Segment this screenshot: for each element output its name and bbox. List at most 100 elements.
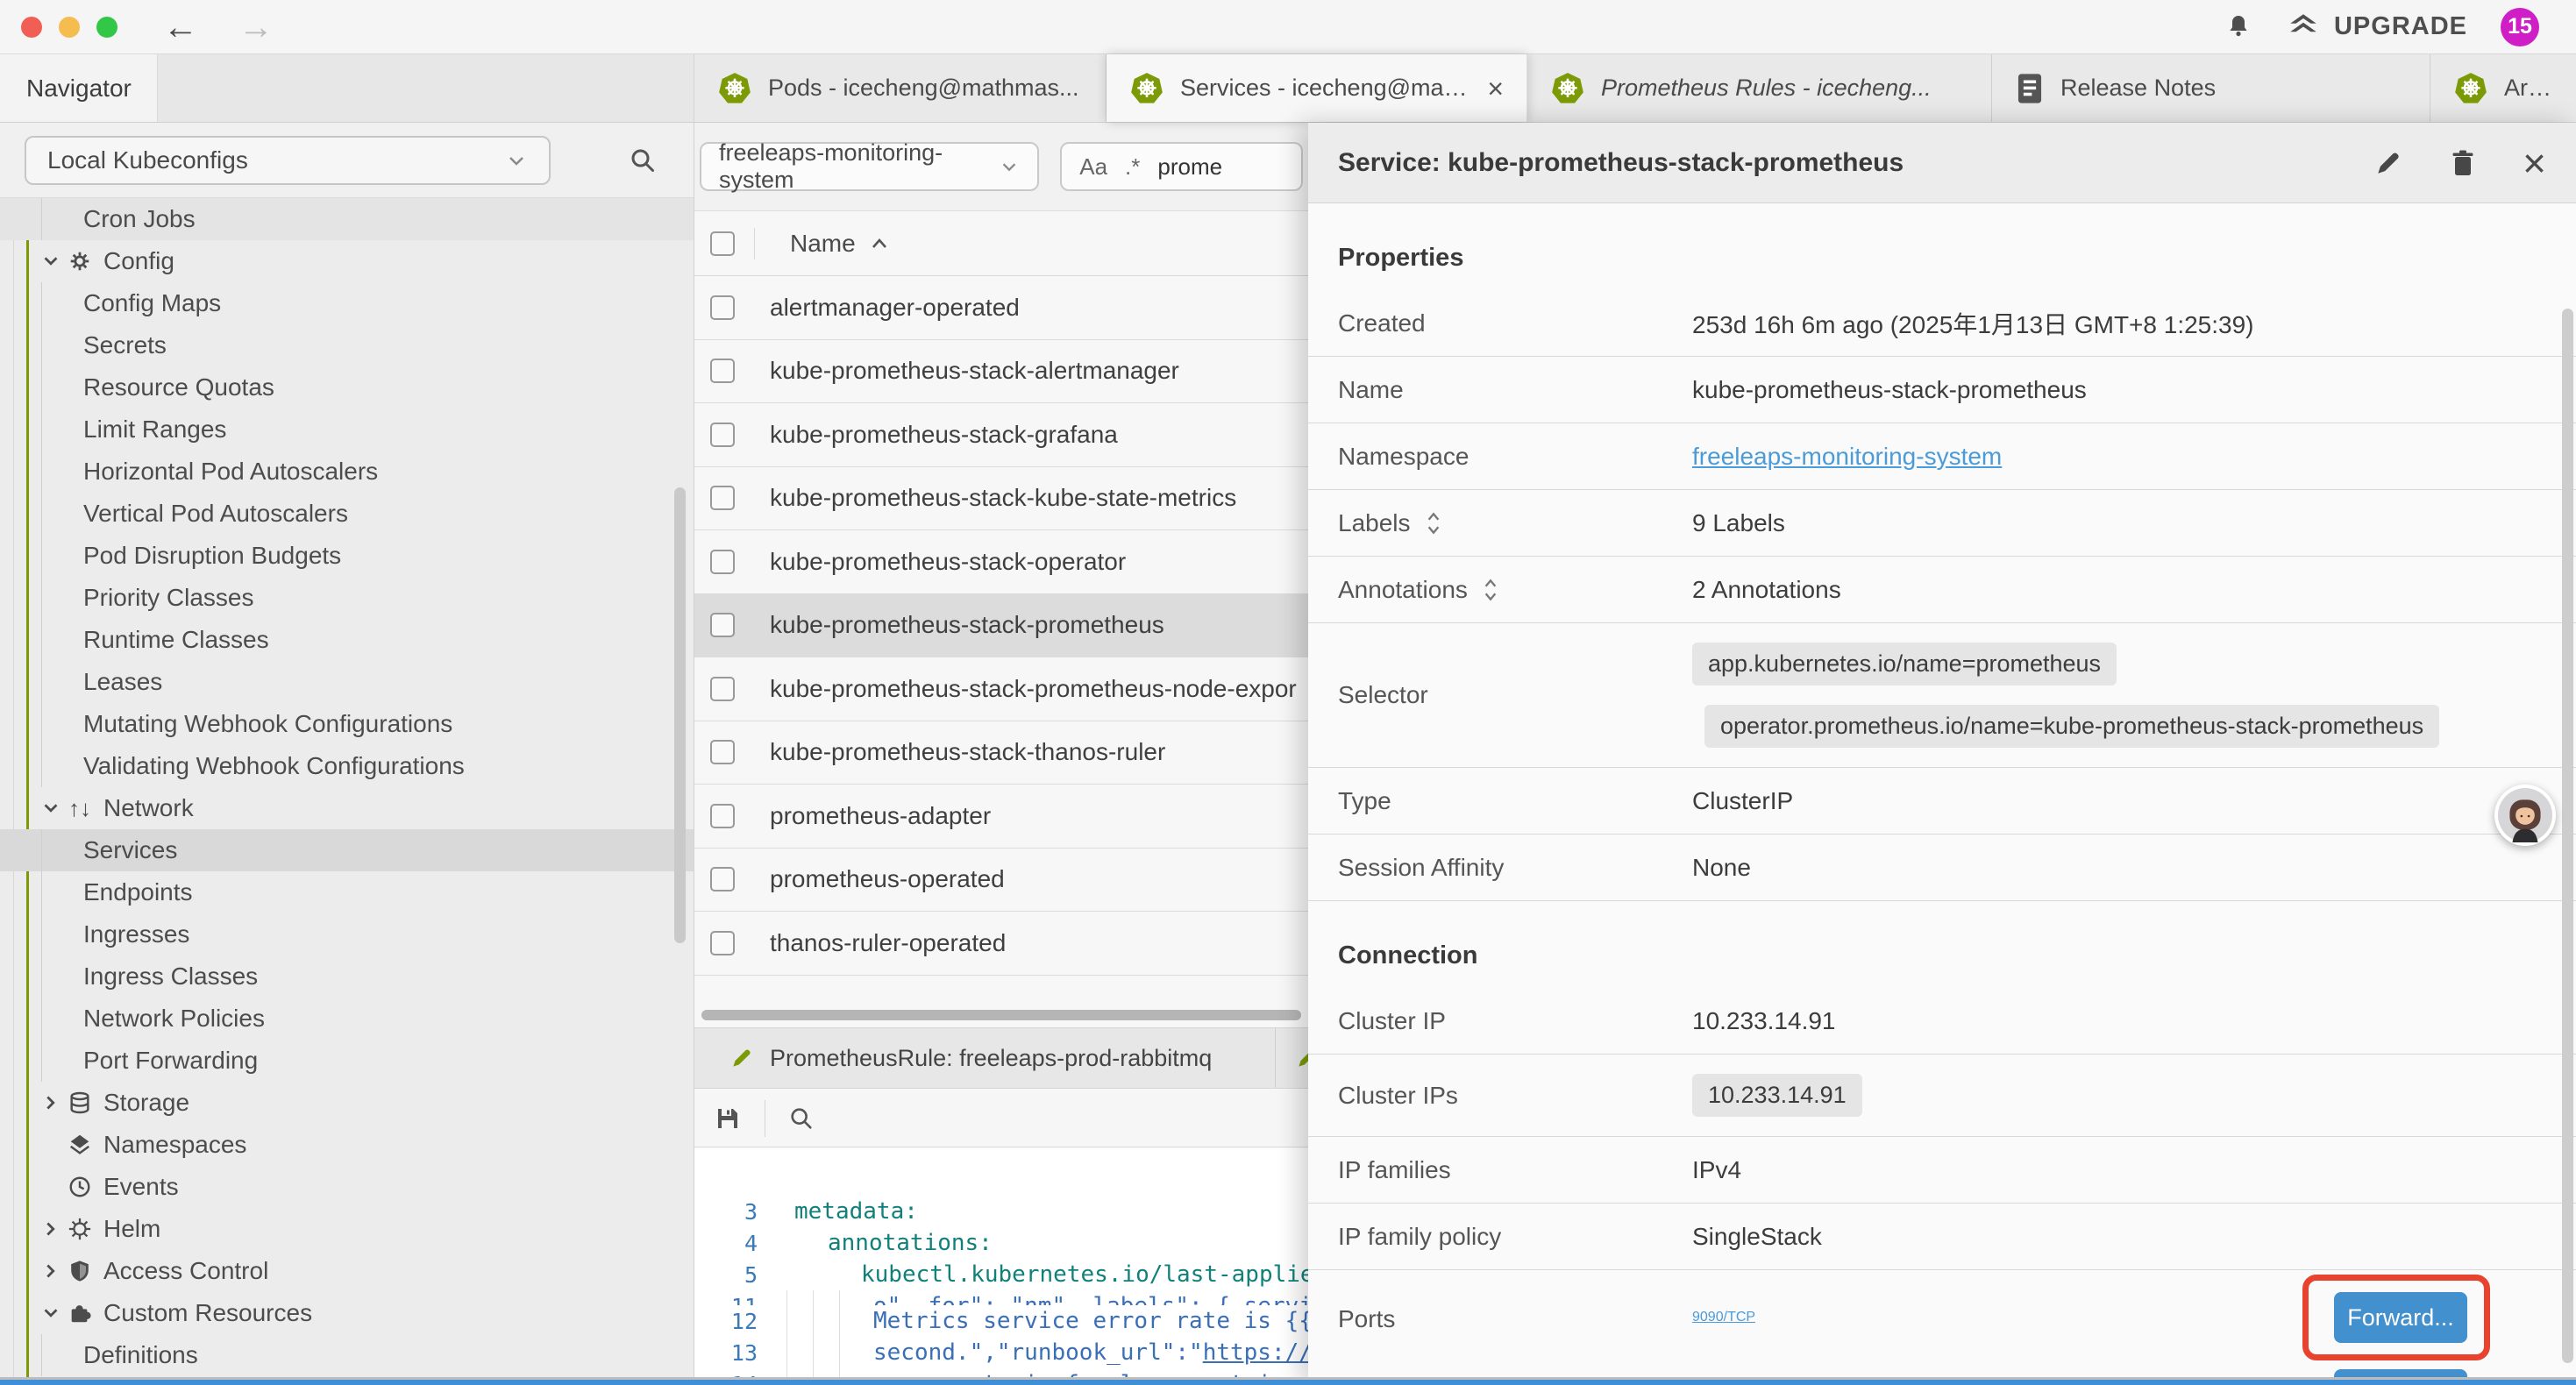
sidebar-item-validating-webhook-configurations[interactable]: Validating Webhook Configurations: [0, 745, 694, 787]
chevron-right-icon[interactable]: [40, 1261, 61, 1282]
sidebar-item-runtime-classes[interactable]: Runtime Classes: [0, 619, 694, 661]
kubeconfig-select[interactable]: Local Kubeconfigs: [25, 136, 551, 185]
table-row[interactable]: prometheus-adapter: [694, 785, 1308, 849]
row-checkbox[interactable]: [710, 295, 735, 320]
sidebar-item-network-policies[interactable]: Network Policies: [0, 998, 694, 1040]
sidebar-item-limit-ranges[interactable]: Limit Ranges: [0, 408, 694, 451]
row-checkbox[interactable]: [710, 867, 735, 891]
tab-release-notes[interactable]: Release Notes: [1992, 54, 2430, 122]
table-row[interactable]: kube-prometheus-stack-thanos-ruler: [694, 721, 1308, 785]
sidebar-item-ingresses[interactable]: Ingresses: [0, 913, 694, 955]
sidebar-item-helm[interactable]: Helm: [0, 1208, 694, 1250]
table-row[interactable]: thanos-ruler-operated: [694, 912, 1308, 976]
row-checkbox[interactable]: [710, 804, 735, 828]
tab-navigator[interactable]: Navigator: [0, 54, 158, 122]
table-row[interactable]: prometheus-operated: [694, 849, 1308, 913]
forward-button[interactable]: →: [238, 10, 274, 45]
horizontal-scrollbar[interactable]: [701, 1010, 1301, 1020]
sidebar-item-ingress-classes[interactable]: Ingress Classes: [0, 955, 694, 998]
zoom-window-button[interactable]: [96, 17, 117, 38]
sidebar-search-icon[interactable]: [629, 146, 657, 174]
row-checkbox[interactable]: [710, 740, 735, 764]
namespace-link[interactable]: freeleaps-monitoring-system: [1692, 443, 2002, 470]
save-icon[interactable]: [714, 1104, 742, 1133]
column-header-name[interactable]: Name: [790, 230, 889, 258]
table-row[interactable]: kube-prometheus-stack-alertmanager: [694, 340, 1308, 404]
value-chip: 10.233.14.91: [1692, 1074, 1862, 1117]
close-window-button[interactable]: [21, 17, 42, 38]
sidebar-item-storage[interactable]: Storage: [0, 1082, 694, 1124]
editor-tab-partial[interactable]: [1276, 1028, 1308, 1088]
row-checkbox[interactable]: [710, 677, 735, 701]
table-row[interactable]: kube-prometheus-stack-kube-state-metrics: [694, 467, 1308, 531]
table-row[interactable]: kube-prometheus-stack-grafana: [694, 403, 1308, 467]
chevron-down-icon[interactable]: [40, 1303, 61, 1324]
close-icon[interactable]: ×: [2523, 143, 2546, 183]
tab-prometheus-rules-icecheng[interactable]: Prometheus Rules - icecheng...: [1527, 54, 1992, 122]
sidebar-item-endpoints[interactable]: Endpoints: [0, 871, 694, 913]
sidebar-scrollbar[interactable]: [674, 487, 686, 943]
regex-toggle[interactable]: .*: [1125, 153, 1140, 181]
minimize-window-button[interactable]: [59, 17, 80, 38]
upgrade-button[interactable]: UPGRADE: [2287, 11, 2467, 44]
table-search-input[interactable]: Aa .* prome: [1060, 142, 1303, 191]
sidebar-item-services[interactable]: Services: [0, 829, 694, 871]
sidebar-item-namespaces[interactable]: Namespaces: [0, 1124, 694, 1166]
sidebar-item-config[interactable]: Config: [0, 240, 694, 282]
table-row[interactable]: alertmanager-operated: [694, 276, 1308, 340]
chevron-down-icon[interactable]: [40, 251, 61, 272]
chevron-right-icon[interactable]: [40, 1218, 61, 1239]
detail-row-type: TypeClusterIP: [1308, 768, 2576, 835]
sidebar-item-pod-disruption-budgets[interactable]: Pod Disruption Budgets: [0, 535, 694, 577]
notification-count-badge[interactable]: 15: [2501, 8, 2539, 46]
editor-tab-prometheusrule[interactable]: PrometheusRule: freeleaps-prod-rabbitmq: [694, 1028, 1276, 1088]
row-checkbox[interactable]: [710, 486, 735, 510]
sort-toggle-icon[interactable]: [1425, 510, 1442, 536]
notifications-bell-icon[interactable]: [2224, 12, 2253, 42]
avatar[interactable]: [2494, 785, 2556, 846]
yaml-editor[interactable]: 3metadata:4annotations:5kubectl.kubernet…: [694, 1148, 1308, 1385]
tab-pods-icecheng-mathmas[interactable]: Pods - icecheng@mathmas...: [694, 54, 1107, 122]
tab-close-icon[interactable]: ×: [1487, 75, 1504, 103]
sidebar-item-secrets[interactable]: Secrets: [0, 324, 694, 366]
back-button[interactable]: ←: [163, 10, 198, 45]
row-checkbox[interactable]: [710, 550, 735, 574]
delete-icon[interactable]: [2449, 148, 2477, 178]
table-row[interactable]: kube-prometheus-stack-prometheus-node-ex…: [694, 657, 1308, 721]
row-checkbox[interactable]: [710, 613, 735, 637]
sidebar-item-horizontal-pod-autoscalers[interactable]: Horizontal Pod Autoscalers: [0, 451, 694, 493]
sidebar-item-vertical-pod-autoscalers[interactable]: Vertical Pod Autoscalers: [0, 493, 694, 535]
select-all-checkbox[interactable]: [710, 231, 735, 256]
sidebar-item-label: Ingress Classes: [0, 962, 258, 991]
sidebar-item-mutating-webhook-configurations[interactable]: Mutating Webhook Configurations: [0, 703, 694, 745]
sidebar-item-custom-resources[interactable]: Custom Resources: [0, 1292, 694, 1334]
tab-services-icecheng-math[interactable]: Services - icecheng@math...×: [1107, 54, 1527, 122]
sidebar-item-definitions[interactable]: Definitions: [0, 1334, 694, 1376]
sidebar-item-access-control[interactable]: Access Control: [0, 1250, 694, 1292]
sort-toggle-icon[interactable]: [1482, 577, 1499, 603]
sidebar-item-events[interactable]: Events: [0, 1166, 694, 1208]
tab-argo-se[interactable]: Argo Se: [2430, 54, 2576, 122]
row-checkbox[interactable]: [710, 359, 735, 383]
sidebar-item-priority-classes[interactable]: Priority Classes: [0, 577, 694, 619]
sidebar-item-resource-quotas[interactable]: Resource Quotas: [0, 366, 694, 408]
namespace-select[interactable]: freeleaps-monitoring-system: [700, 142, 1039, 191]
detail-scrollbar[interactable]: [2562, 309, 2573, 1363]
chevron-right-icon[interactable]: [40, 1092, 61, 1113]
sidebar-item-config-maps[interactable]: Config Maps: [0, 282, 694, 324]
row-value: ClusterIP: [1692, 787, 1793, 815]
sidebar-item-port-forwarding[interactable]: Port Forwarding: [0, 1040, 694, 1082]
sidebar-item-network[interactable]: ↑↓Network: [0, 787, 694, 829]
row-checkbox[interactable]: [710, 931, 735, 955]
table-row[interactable]: kube-prometheus-stack-prometheus: [694, 594, 1308, 658]
table-row[interactable]: kube-prometheus-stack-operator: [694, 530, 1308, 594]
editor-search-icon[interactable]: [788, 1105, 815, 1132]
case-sensitive-toggle[interactable]: Aa: [1079, 153, 1107, 181]
port-link[interactable]: 9090/TCP: [1692, 1310, 1755, 1325]
sidebar-item-leases[interactable]: Leases: [0, 661, 694, 703]
sidebar-item-cron-jobs[interactable]: Cron Jobs: [0, 198, 694, 240]
edit-icon[interactable]: [2373, 148, 2403, 178]
row-checkbox[interactable]: [710, 423, 735, 447]
forward-button[interactable]: Forward...: [2334, 1292, 2467, 1343]
chevron-down-icon[interactable]: [40, 798, 61, 819]
